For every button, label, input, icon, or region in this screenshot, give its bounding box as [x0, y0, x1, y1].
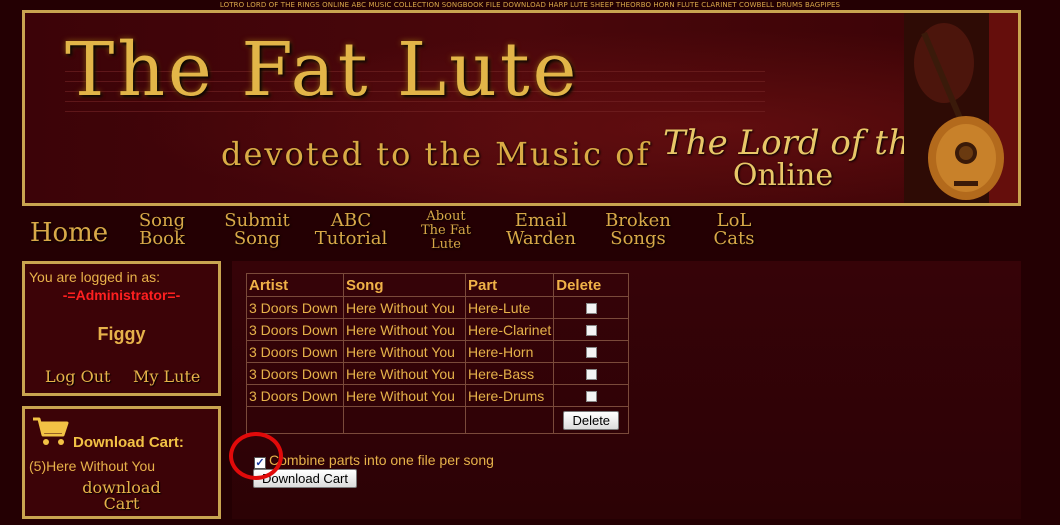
- nav-abc-tutorial[interactable]: ABC Tutorial: [308, 208, 394, 258]
- nav-about-line2: The Fat: [421, 223, 471, 238]
- logged-in-label: You are logged in as:: [29, 269, 161, 285]
- cell-song: Here Without You: [343, 318, 466, 341]
- cell-part: Here-Bass: [464, 362, 555, 385]
- nav-songbook-line2: Book: [139, 228, 185, 249]
- cell-delete: [553, 296, 630, 319]
- highlight-circle: [229, 432, 283, 480]
- nav-lol-cats-line2: Cats: [713, 228, 755, 249]
- nav-broken-songs-line2: Songs: [610, 228, 666, 249]
- delete-button[interactable]: Delete: [563, 410, 620, 430]
- cell-part: Here-Lute: [464, 296, 555, 319]
- delete-checkbox[interactable]: [585, 369, 597, 381]
- shopping-cart-icon: [33, 417, 69, 445]
- table-row: 3 Doors Down Here Without You Here-Drums: [246, 384, 630, 407]
- nav-lol-cats[interactable]: LoL Cats: [694, 208, 774, 258]
- combine-label: Combine parts into one file per song: [269, 452, 494, 468]
- cell-delete: [553, 384, 630, 407]
- delete-checkbox[interactable]: [585, 303, 597, 315]
- download-cart-panel: Download Cart: (5)Here Without You downl…: [22, 406, 221, 519]
- nav-songbook[interactable]: Song Book: [126, 208, 198, 258]
- cell-part: Here-Horn: [464, 340, 555, 363]
- nav-about-line3: Lute: [431, 237, 461, 252]
- column-header-artist: Artist: [246, 273, 344, 297]
- table-action-row: Delete: [246, 406, 630, 434]
- my-lute-link[interactable]: My Lute: [133, 367, 200, 386]
- table-row: 3 Doors Down Here Without You Here-Bass: [246, 362, 630, 385]
- delete-checkbox[interactable]: [585, 325, 597, 337]
- cart-title: Download Cart:: [73, 434, 184, 451]
- nav-abc-tutorial-line2: Tutorial: [314, 228, 388, 249]
- site-title: The Fat Lute: [65, 27, 580, 113]
- cell-artist: 3 Doors Down: [246, 384, 344, 407]
- lotro-logo: The Lord of the Rings Online: [663, 123, 1021, 200]
- nav-about[interactable]: About The Fat Lute: [410, 208, 482, 258]
- delete-checkbox[interactable]: [585, 391, 597, 403]
- cart-parts-table: Artist Song Part Delete 3 Doors Down Her…: [246, 273, 630, 434]
- cart-download-link[interactable]: download Cart: [25, 480, 218, 512]
- site-banner: The Fat Lute devoted to the Music of The…: [22, 10, 1021, 206]
- cell-song: Here Without You: [343, 384, 466, 407]
- cell-song: Here Without You: [343, 362, 466, 385]
- lotro-logo-line1: The Lord of the Rings: [663, 123, 1021, 163]
- nav-broken-songs[interactable]: Broken Songs: [600, 208, 676, 258]
- cell-delete: [553, 362, 630, 385]
- cell-delete: [553, 340, 630, 363]
- cell-part: Here-Clarinet: [464, 318, 555, 341]
- table-row: 3 Doors Down Here Without You Here-Horn: [246, 340, 630, 363]
- column-header-song: Song: [343, 273, 466, 297]
- cell-artist: 3 Doors Down: [246, 296, 344, 319]
- site-subtitle: devoted to the Music of: [221, 135, 651, 173]
- nav-email-warden-line2: Warden: [505, 228, 577, 249]
- table-header-row: Artist Song Part Delete: [246, 273, 630, 297]
- cell-delete: [553, 318, 630, 341]
- cell-artist: 3 Doors Down: [246, 362, 344, 385]
- nav-home[interactable]: Home: [28, 208, 110, 258]
- combine-option: ✓ Combine parts into one file per song: [254, 452, 494, 469]
- lotro-logo-line2: Online: [732, 158, 834, 193]
- logout-link[interactable]: Log Out: [45, 367, 110, 386]
- seo-keywords-bar: LOTRO LORD OF THE RINGS ONLINE ABC MUSIC…: [219, 1, 841, 9]
- lute-image: [904, 13, 1018, 203]
- cart-download-line2: Cart: [103, 494, 140, 513]
- cell-song: Here Without You: [343, 296, 466, 319]
- cell-part: Here-Drums: [464, 384, 555, 407]
- login-panel: You are logged in as: -=Administrator=- …: [22, 261, 221, 396]
- nav-submit-song-line2: Song: [233, 228, 281, 249]
- cart-item: (5)Here Without You: [29, 458, 156, 474]
- username: Figgy: [97, 324, 146, 344]
- column-header-part: Part: [464, 273, 555, 297]
- nav-home-label: Home: [29, 218, 109, 248]
- nav-about-line1: About: [426, 209, 466, 224]
- table-row: 3 Doors Down Here Without You Here-Clari…: [246, 318, 630, 341]
- cell-artist: 3 Doors Down: [246, 340, 344, 363]
- cell-artist: 3 Doors Down: [246, 318, 344, 341]
- main-nav: Home Song Book Submit Song ABC Tutorial …: [22, 208, 1021, 258]
- nav-submit-song[interactable]: Submit Song: [215, 208, 299, 258]
- delete-checkbox[interactable]: [585, 347, 597, 359]
- cart-content: Artist Song Part Delete 3 Doors Down Her…: [232, 261, 1021, 519]
- nav-email-warden[interactable]: Email Warden: [498, 208, 584, 258]
- user-role: -=Administrator=-: [62, 287, 181, 303]
- column-header-delete: Delete: [553, 273, 630, 297]
- cell-song: Here Without You: [343, 340, 466, 363]
- table-row: 3 Doors Down Here Without You Here-Lute: [246, 296, 630, 319]
